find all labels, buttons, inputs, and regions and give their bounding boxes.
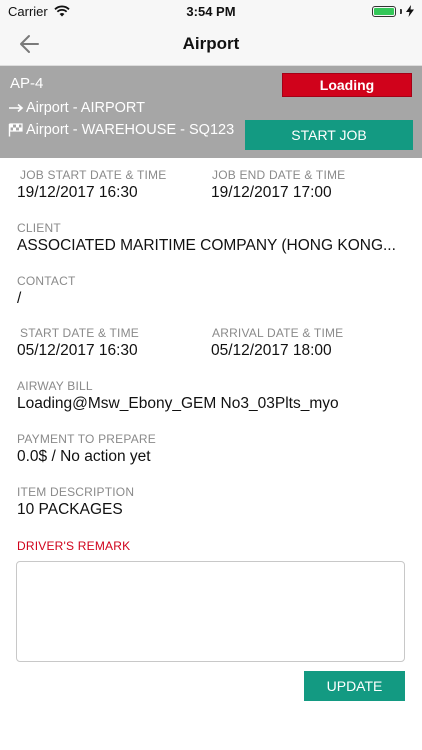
status-left: Carrier bbox=[8, 4, 70, 19]
arrival-date-label: ARRIVAL DATE & TIME bbox=[212, 326, 344, 340]
contact-label: CONTACT bbox=[17, 274, 76, 288]
item-description-label: ITEM DESCRIPTION bbox=[17, 485, 135, 499]
job-code: AP-4 bbox=[10, 75, 44, 92]
job-end-label: JOB END DATE & TIME bbox=[212, 168, 346, 182]
status-badge: Loading bbox=[282, 73, 412, 97]
drivers-remark-input[interactable] bbox=[16, 561, 405, 662]
status-right bbox=[372, 5, 414, 17]
arrow-right-icon bbox=[9, 103, 24, 113]
arrival-date-value: 05/12/2017 18:00 bbox=[211, 342, 332, 359]
route-from: Airport - AIRPORT bbox=[8, 100, 145, 116]
job-start-value: 19/12/2017 16:30 bbox=[17, 184, 138, 201]
update-button[interactable]: UPDATE bbox=[304, 671, 405, 701]
payment-value: 0.0$ / No action yet bbox=[17, 448, 151, 465]
start-date-value: 05/12/2017 16:30 bbox=[17, 342, 138, 359]
client-label: CLIENT bbox=[17, 221, 61, 235]
navigation-bar: Airport bbox=[0, 22, 422, 66]
route-to-text: Airport - WAREHOUSE - SQ123 bbox=[26, 122, 235, 138]
drivers-remark-label: DRIVER'S REMARK bbox=[17, 539, 131, 553]
item-description-value: 10 PACKAGES bbox=[17, 501, 123, 518]
airway-bill-label: AIRWAY BILL bbox=[17, 379, 93, 393]
page-title: Airport bbox=[182, 34, 240, 53]
checkered-flag-icon bbox=[8, 123, 23, 137]
wifi-icon bbox=[54, 5, 70, 17]
route-to: Airport - WAREHOUSE - SQ123 bbox=[8, 122, 234, 138]
battery-nub bbox=[400, 8, 402, 14]
payment-label: PAYMENT TO PREPARE bbox=[17, 432, 156, 446]
route-from-text: Airport - AIRPORT bbox=[26, 100, 145, 116]
start-date-label: START DATE & TIME bbox=[20, 326, 139, 340]
client-value: ASSOCIATED MARITIME COMPANY (HONG KONG..… bbox=[17, 237, 396, 254]
job-start-label: JOB START DATE & TIME bbox=[20, 168, 167, 182]
job-end-value: 19/12/2017 17:00 bbox=[211, 184, 332, 201]
carrier-label: Carrier bbox=[8, 3, 48, 19]
start-job-button[interactable]: START JOB bbox=[245, 120, 413, 150]
airway-bill-value: Loading@Msw_Ebony_GEM No3_03Plts_myo bbox=[17, 395, 339, 412]
charging-bolt-icon bbox=[406, 5, 414, 17]
contact-value: / bbox=[17, 290, 22, 307]
status-bar: Carrier 3:54 PM bbox=[0, 0, 422, 22]
battery-icon bbox=[372, 5, 396, 17]
